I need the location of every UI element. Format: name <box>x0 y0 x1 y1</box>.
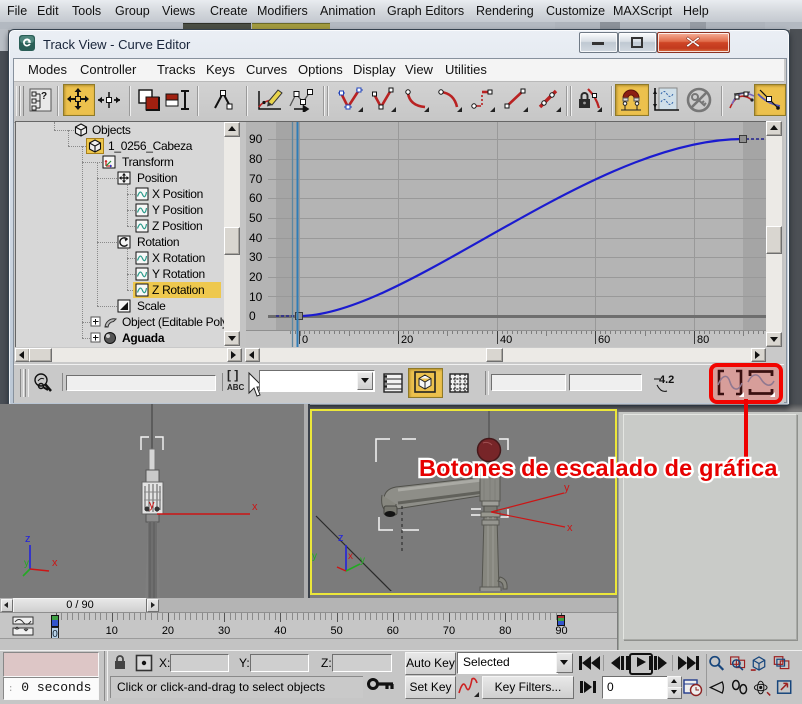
svg-text:10: 10 <box>106 625 118 637</box>
svg-text:10: 10 <box>249 290 263 304</box>
svg-text:90: 90 <box>555 625 567 637</box>
svg-text:0: 0 <box>302 334 308 346</box>
svg-text:30: 30 <box>249 250 263 264</box>
svg-text:70: 70 <box>443 625 455 637</box>
svg-text:40: 40 <box>500 334 512 346</box>
svg-text:z: z <box>25 533 31 545</box>
svg-text:y: y <box>312 551 317 562</box>
svg-text:40: 40 <box>274 625 286 637</box>
svg-text:80: 80 <box>499 625 511 637</box>
svg-text:Botones de escalado de gráfica: Botones de escalado de gráfica <box>419 455 778 481</box>
svg-text:z: z <box>338 532 344 544</box>
svg-text:80: 80 <box>249 152 263 166</box>
svg-text:60: 60 <box>249 191 263 205</box>
svg-text:50: 50 <box>330 625 342 637</box>
svg-text:y: y <box>24 558 29 569</box>
svg-text:x: x <box>567 522 573 534</box>
svg-text:80: 80 <box>697 334 709 346</box>
svg-text:20: 20 <box>401 334 413 346</box>
svg-text:90: 90 <box>249 132 263 146</box>
svg-text:0: 0 <box>249 309 256 323</box>
svg-text:20: 20 <box>249 270 263 284</box>
svg-text:4.2: 4.2 <box>659 374 674 386</box>
svg-text:x: x <box>52 557 58 569</box>
svg-text:x: x <box>252 501 258 513</box>
svg-text:70: 70 <box>249 172 263 186</box>
svg-text:50: 50 <box>249 211 263 225</box>
svg-text:ABC: ABC <box>227 383 245 392</box>
svg-text:?: ? <box>41 91 47 102</box>
svg-text:60: 60 <box>598 334 610 346</box>
svg-text:[ ]: [ ] <box>227 368 238 382</box>
svg-text:40: 40 <box>249 231 263 245</box>
svg-text:y: y <box>149 499 155 511</box>
svg-text:60: 60 <box>387 625 399 637</box>
svg-text:20: 20 <box>162 625 174 637</box>
svg-text:y: y <box>360 555 365 566</box>
svg-text:x: x <box>348 551 353 562</box>
svg-text:30: 30 <box>218 625 230 637</box>
